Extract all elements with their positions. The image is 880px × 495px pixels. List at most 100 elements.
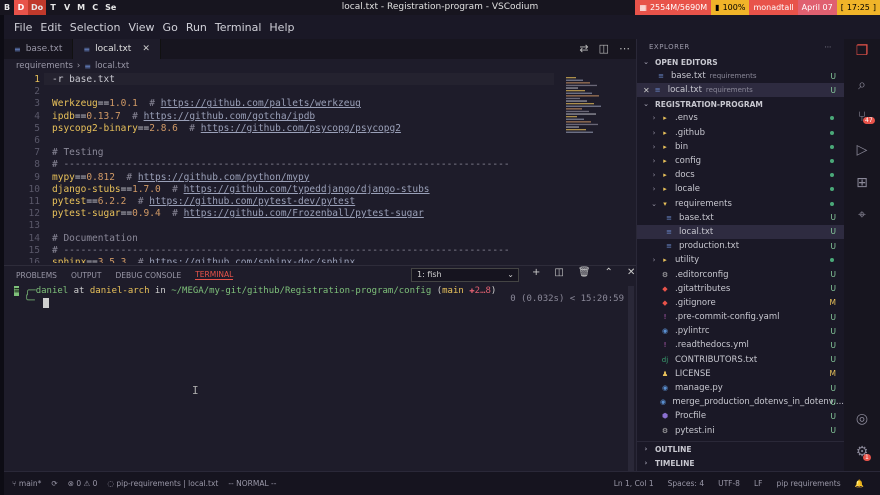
section-timeline[interactable]: › TIMELINE [637, 456, 844, 470]
terminal-scrollbar[interactable] [628, 286, 634, 472]
git-status-badge: U [830, 270, 837, 280]
close-tab-icon[interactable]: ✕ [142, 44, 150, 54]
tree-item[interactable]: ⬢ Procfile U [637, 409, 844, 423]
tab-base-txt[interactable]: ≡ base.txt [4, 39, 74, 59]
settings-gear-icon[interactable]: ⚙ 1 [844, 444, 880, 461]
modified-dot [830, 173, 834, 178]
tree-item[interactable]: ! .readthedocs.yml U [637, 338, 844, 352]
open-changes-icon[interactable]: ⇄ [579, 42, 588, 55]
code-line: sphinx==3.5.3 # https://github.com/sphin… [52, 257, 356, 263]
tree-item[interactable]: ◆ .gitattributes U [637, 282, 844, 296]
menu-help[interactable]: Help [265, 21, 298, 34]
tree-item[interactable]: ⚙ pytest.ini U [637, 424, 844, 438]
timeline-icon[interactable]: ⌖ [844, 207, 880, 223]
cursor-position[interactable]: Ln 1, Col 1 [614, 479, 654, 488]
trash-icon[interactable]: 🗑 [578, 267, 591, 278]
more-actions-icon[interactable]: ⋯ [825, 43, 833, 51]
tab-terminal[interactable]: TERMINAL [195, 270, 234, 280]
tree-item[interactable]: ◉ manage.py U [637, 381, 844, 395]
minimap[interactable] [564, 77, 604, 137]
chevron-right-icon: › [652, 256, 656, 265]
source-control-icon[interactable]: ⑂ 47 [844, 109, 880, 125]
run-debug-icon[interactable]: ▷ [844, 142, 880, 158]
workspace-4[interactable]: V [60, 0, 74, 15]
more-actions-icon[interactable]: ⋯ [619, 42, 630, 55]
workspace-1[interactable]: D [14, 0, 28, 15]
workspace-7[interactable]: Se [102, 0, 119, 15]
search-icon[interactable]: ⌕ [844, 77, 880, 93]
tab-debug-console[interactable]: DEBUG CONSOLE [116, 271, 182, 280]
tree-item[interactable]: ⌄ ▾ requirements [637, 197, 844, 211]
section-outline[interactable]: › OUTLINE [637, 442, 844, 456]
tree-item[interactable]: ◆ .gitignore M [637, 296, 844, 310]
vscodium-window: File Edit Selection View Go Run Terminal Help ≡… [4, 15, 880, 495]
open-editor-item[interactable]: ✕ ≡ local.txt requirements U [637, 83, 844, 98]
account-icon[interactable]: ◎ [844, 411, 880, 427]
tab-local-txt[interactable]: ≡ local.txt ✕ [73, 39, 161, 59]
open-editor-item[interactable]: ≡ base.txt requirements U [637, 69, 844, 83]
tree-item[interactable]: › ▸ .envs [637, 111, 844, 125]
section-project[interactable]: ⌄ REGISTRATION-PROGRAM [637, 97, 844, 111]
text-file-icon: ≡ [666, 242, 672, 251]
tree-item[interactable]: ≡ local.txt U [637, 224, 844, 240]
workspace-2[interactable]: Do [28, 0, 47, 15]
close-icon[interactable]: ✕ [643, 86, 650, 95]
maximize-panel-icon[interactable]: ⌃ [605, 267, 613, 278]
django-icon: dj [661, 355, 669, 364]
language-mode[interactable]: pip requirements [776, 479, 840, 488]
new-terminal-icon[interactable]: + [532, 267, 540, 278]
workspace-6[interactable]: C [88, 0, 102, 15]
close-panel-icon[interactable]: ✕ [627, 267, 635, 278]
branch-status[interactable]: ⑂ main* [12, 479, 41, 488]
explorer-icon[interactable]: ❐ [844, 43, 880, 59]
tree-item[interactable]: › ▸ .github [637, 126, 844, 140]
menu-run[interactable]: Run [182, 21, 211, 34]
extensions-icon[interactable]: ⊞ [844, 175, 880, 191]
menu-selection[interactable]: Selection [66, 21, 125, 34]
tree-item[interactable]: › ▸ bin [637, 140, 844, 154]
menu-file[interactable]: File [10, 21, 36, 34]
breadcrumb-folder[interactable]: requirements [16, 61, 73, 71]
tab-output[interactable]: OUTPUT [71, 271, 102, 280]
breadcrumb-file[interactable]: local.txt [95, 61, 129, 71]
menu-go[interactable]: Go [159, 21, 182, 34]
tree-item[interactable]: ≡ production.txt U [637, 239, 844, 253]
tree-item[interactable]: ! .pre-commit-config.yaml U [637, 310, 844, 324]
indentation[interactable]: Spaces: 4 [668, 479, 704, 488]
activity-bar: ❐ ⌕ ⑂ 47 ▷ ⊞ ⌖ ◎ ⚙ 1 [844, 39, 880, 471]
terminal[interactable]: ≡ ╭─daniel at daniel-arch in ~/MEGA/my-g… [14, 286, 624, 466]
menu-edit[interactable]: Edit [36, 21, 65, 34]
tree-item[interactable]: ◉ .pylintrc U [637, 324, 844, 338]
tab-problems[interactable]: PROBLEMS [16, 271, 57, 280]
terminal-select[interactable]: 1: fish ⌄ [411, 268, 519, 282]
encoding[interactable]: UTF-8 [718, 479, 740, 488]
tree-item[interactable]: ≡ base.txt U [637, 211, 844, 225]
sync-icon[interactable]: ⟳ [51, 479, 57, 488]
tree-item[interactable]: dj CONTRIBUTORS.txt U [637, 353, 844, 367]
tree-item[interactable]: › ▸ locale [637, 182, 844, 196]
python-env-status[interactable]: ◌ pip-requirements | local.txt [107, 479, 218, 488]
notifications-icon[interactable]: 🔔 [855, 479, 864, 488]
editor-actions: ⇄ ◫ ⋯ [579, 42, 630, 55]
workspace-0[interactable]: B [0, 0, 14, 15]
git-status-badge: U [830, 241, 837, 251]
tree-item[interactable]: › ▸ utility [637, 253, 844, 267]
code-editor[interactable]: 1 -r base.txt 2 3 Werkzeug==1.0.1 # https://… [4, 73, 636, 263]
tree-item[interactable]: › ▸ config [637, 154, 844, 168]
split-terminal-icon[interactable]: ◫ [554, 267, 563, 278]
split-editor-icon[interactable]: ◫ [599, 42, 609, 55]
tree-item[interactable]: ⚙ .editorconfig U [637, 267, 844, 281]
tree-item[interactable]: › ▸ docs [637, 168, 844, 182]
tree-item[interactable]: ♟ LICENSE M [637, 367, 844, 381]
line-number: 10 [28, 183, 40, 195]
tree-item[interactable]: ◉ merge_production_dotenvs_in_dotenv.... U [637, 395, 844, 409]
section-open-editors[interactable]: ⌄ OPEN EDITORS [637, 55, 844, 69]
problems-status[interactable]: ⊗ 0 ⚠ 0 [68, 479, 98, 488]
line-ending[interactable]: LF [754, 479, 763, 488]
git-status-badge: U [830, 383, 837, 393]
workspace-5[interactable]: M [74, 0, 88, 15]
menu-view[interactable]: View [124, 21, 158, 34]
python-icon: ◉ [660, 398, 667, 407]
menu-terminal[interactable]: Terminal [211, 21, 266, 34]
workspace-3[interactable]: T [46, 0, 60, 15]
